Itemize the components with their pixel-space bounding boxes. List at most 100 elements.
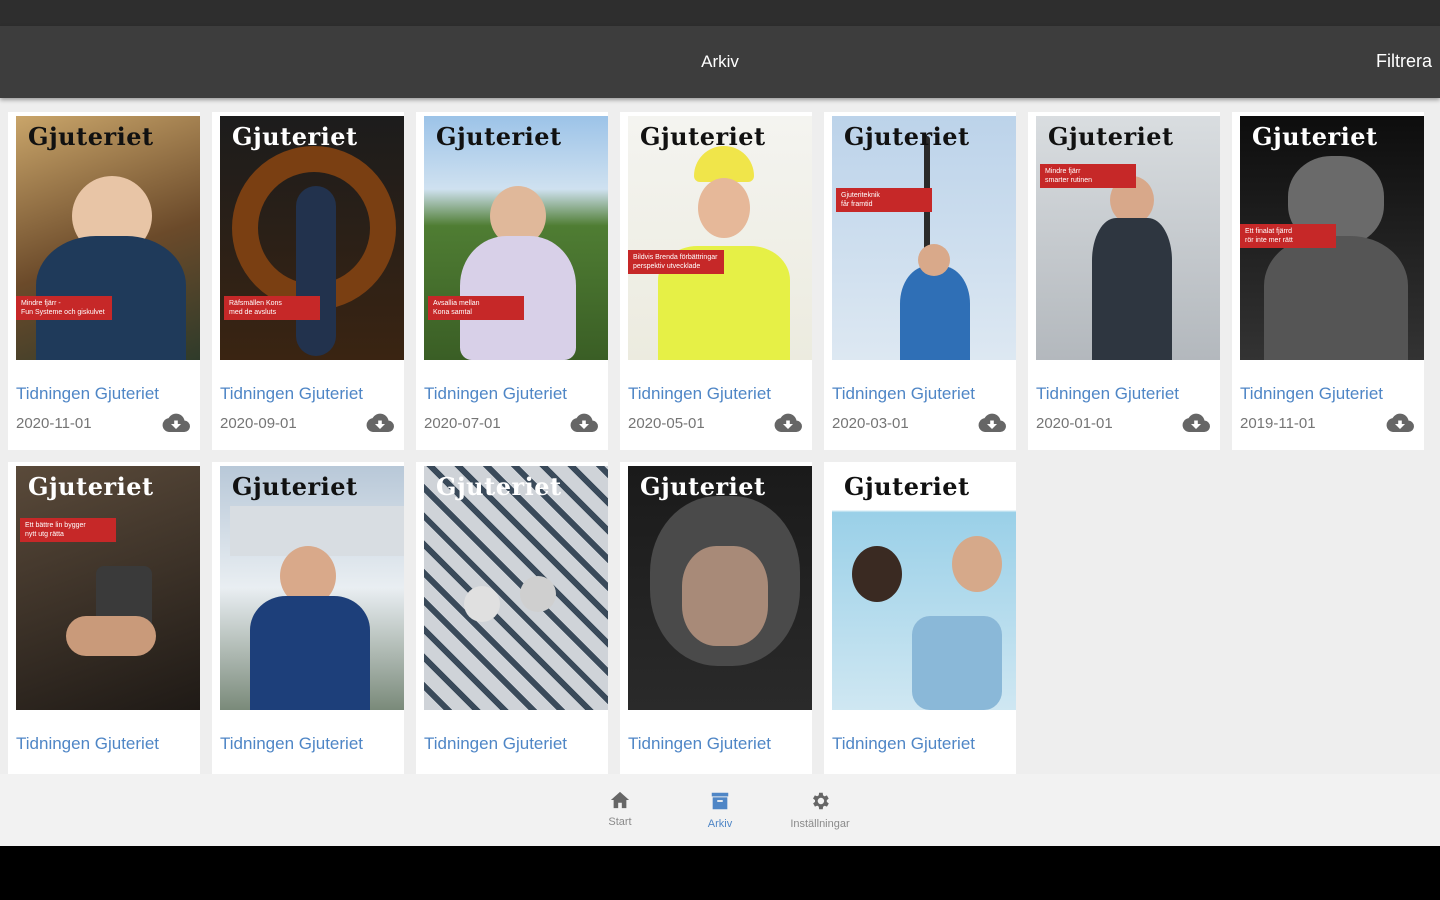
issue-cover-image[interactable]: Gjuteriet [832,466,1016,710]
issue-cover-image[interactable]: Gjuteriet Bildvis Brenda förbättringar pe… [628,116,812,360]
issue-title[interactable]: Tidningen Gjuteriet [16,384,159,404]
nav-archive-label: Arkiv [707,818,733,830]
cover-masthead: Gjuteriet [436,122,562,151]
cover-masthead: Gjuteriet [232,122,358,151]
issue-cover-image[interactable]: Gjuteriet Ett finalat fjärrd rör inte mer… [1240,116,1424,360]
cover-headline-tag: Mindre fjärr - Fun Systeme och giskulvet [16,296,112,320]
issue-title[interactable]: Tidningen Gjuteriet [1240,384,1383,404]
cover-figure [464,586,500,622]
issue-date: 2019-11-01 [1240,415,1316,432]
issue-date: 2020-11-01 [16,415,92,432]
cover-figure [682,546,768,646]
cover-headline-tag: Avsallia mellan Kona samtal [428,296,524,320]
issue-title[interactable]: Tidningen Gjuteriet [832,734,975,754]
cloud-download-icon[interactable] [162,412,190,434]
issue-title[interactable]: Tidningen Gjuteriet [832,384,975,404]
issue-date: 2020-05-01 [628,415,705,432]
issue-date: 2020-03-01 [832,415,909,432]
issue-card[interactable]: Gjuteriet Mindre fjärr smarter rutinen Tid… [1028,112,1220,450]
filter-button[interactable]: Filtrera [1376,51,1432,72]
issue-title[interactable]: Tidningen Gjuteriet [16,734,159,754]
issue-cover-image[interactable]: Gjuteriet Mindre fjärr - Fun Systeme och … [16,116,200,360]
issue-card[interactable]: Gjuteriet Bildvis Brenda förbättringar pe… [620,112,812,450]
issue-card[interactable]: Gjuteriet Tidningen Gjuteriet [620,462,812,774]
cloud-download-icon[interactable] [366,412,394,434]
cover-figure [918,244,950,276]
cover-masthead: Gjuteriet [1252,122,1378,151]
cover-masthead: Gjuteriet [28,122,154,151]
issue-card[interactable]: Gjuteriet Avsallia mellan Kona samtal Tidn… [416,112,608,450]
cover-masthead: Gjuteriet [28,472,154,501]
issue-cover-image[interactable]: Gjuteriet Ett bättre lin bygger nytt utg … [16,466,200,710]
cover-figure [1264,236,1408,360]
cover-masthead: Gjuteriet [232,472,358,501]
issue-card[interactable]: Gjuteriet Tidningen Gjuteriet [416,462,608,774]
issue-card[interactable]: Gjuteriet Tidningen Gjuteriet [212,462,404,774]
issue-title[interactable]: Tidningen Gjuteriet [628,734,771,754]
cloud-download-icon[interactable] [978,412,1006,434]
home-icon [610,791,630,809]
cover-masthead: Gjuteriet [640,122,766,151]
issue-title[interactable]: Tidningen Gjuteriet [424,734,567,754]
cover-figure [520,576,556,612]
issue-date: 2020-07-01 [424,415,501,432]
cover-figure [66,616,156,656]
nav-archive[interactable]: Arkiv [665,790,775,830]
nav-start[interactable]: Start [565,790,675,828]
cover-masthead: Gjuteriet [1048,122,1174,151]
cover-figure [296,186,336,356]
system-navigation-bar [0,846,1440,900]
issue-cover-image[interactable]: Gjuteriet Räfsmällen Kons med de avsluts [220,116,404,360]
cover-masthead: Gjuteriet [640,472,766,501]
cover-figure [250,596,370,710]
cloud-download-icon[interactable] [1386,412,1414,434]
issue-card[interactable]: Gjuteriet Mindre fjärr - Fun Systeme och … [8,112,200,450]
issue-title[interactable]: Tidningen Gjuteriet [424,384,567,404]
issue-title[interactable]: Tidningen Gjuteriet [220,734,363,754]
issue-cover-image[interactable]: Gjuteriet Mindre fjärr smarter rutinen [1036,116,1220,360]
cover-headline-tag: Ett bättre lin bygger nytt utg rätta [20,518,116,542]
issue-date: 2020-09-01 [220,415,297,432]
cover-headline-tag: Bildvis Brenda förbättringar perspektiv … [628,250,724,274]
cover-masthead: Gjuteriet [844,472,970,501]
issue-cover-image[interactable]: Gjuteriet Avsallia mellan Kona samtal [424,116,608,360]
status-bar [0,0,1440,26]
cloud-download-icon[interactable] [1182,412,1210,434]
cover-figure [1092,218,1172,360]
issue-card[interactable]: Gjuteriet Ett finalat fjärrd rör inte mer… [1232,112,1424,450]
nav-settings-label: Inställningar [790,818,850,830]
issue-title[interactable]: Tidningen Gjuteriet [628,384,771,404]
gear-icon [813,792,829,810]
cover-headline-tag: Räfsmällen Kons med de avsluts [224,296,320,320]
issue-grid: Gjuteriet Mindre fjärr - Fun Systeme och … [8,112,1424,774]
nav-start-label: Start [608,816,632,828]
cover-masthead: Gjuteriet [844,122,970,151]
cover-headline-tag: Gjuteriteknik får framtid [836,188,932,212]
cover-headline-tag: Ett finalat fjärrd rör inte mer rätt [1240,224,1336,248]
cloud-download-icon[interactable] [774,412,802,434]
archive-icon [711,792,729,810]
issue-date: 2020-01-01 [1036,415,1113,432]
cover-figure [852,546,902,602]
issue-title[interactable]: Tidningen Gjuteriet [1036,384,1179,404]
issue-title[interactable]: Tidningen Gjuteriet [220,384,363,404]
app-bar: Arkiv Filtrera [0,26,1440,98]
issue-card[interactable]: Gjuteriet Gjuteriteknik får framtid Tidnin… [824,112,1016,450]
cover-headline-tag: Mindre fjärr smarter rutinen [1040,164,1136,188]
issue-card[interactable]: Gjuteriet Ett bättre lin bygger nytt utg … [8,462,200,774]
issue-cover-image[interactable]: Gjuteriet Gjuteriteknik får framtid [832,116,1016,360]
issue-card[interactable]: Gjuteriet Räfsmällen Kons med de avsluts T… [212,112,404,450]
nav-settings[interactable]: Inställningar [765,790,875,830]
cover-figure [694,146,754,182]
cover-figure [900,266,970,360]
cover-figure [912,616,1002,710]
issue-cover-image[interactable]: Gjuteriet [220,466,404,710]
cover-figure [952,536,1002,592]
issue-card[interactable]: Gjuteriet Tidningen Gjuteriet [824,462,1016,774]
cover-masthead: Gjuteriet [436,472,562,501]
bottom-navigation: Start Arkiv Inställningar [0,774,1440,846]
issue-cover-image[interactable]: Gjuteriet [424,466,608,710]
cloud-download-icon[interactable] [570,412,598,434]
issue-cover-image[interactable]: Gjuteriet [628,466,812,710]
archive-grid-area[interactable]: Gjuteriet Mindre fjärr - Fun Systeme och … [0,98,1440,774]
